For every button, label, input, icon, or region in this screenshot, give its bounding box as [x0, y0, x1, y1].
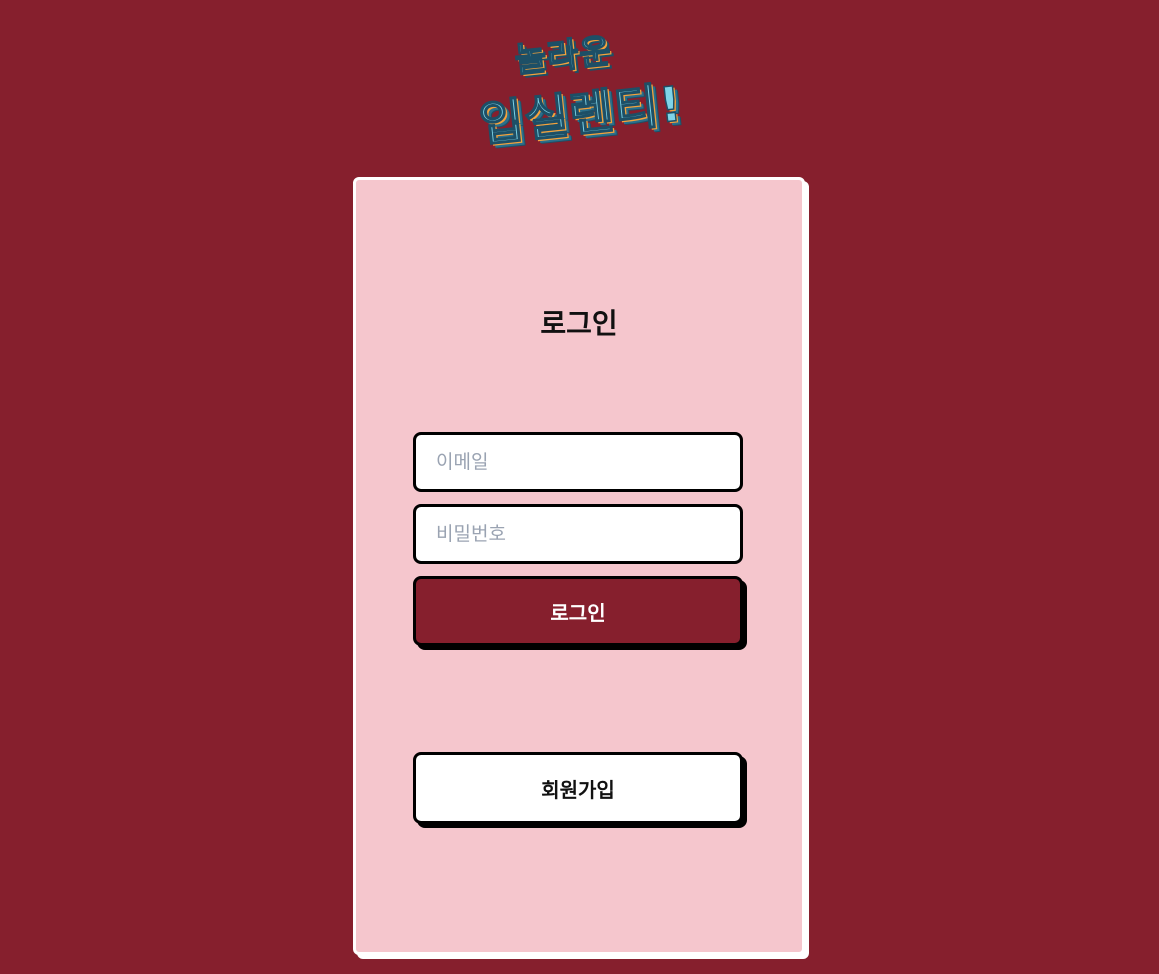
login-card: 로그인 로그인 회원가입	[353, 177, 805, 955]
email-input[interactable]	[416, 435, 740, 489]
password-input[interactable]	[416, 507, 740, 561]
login-button[interactable]: 로그인	[413, 576, 743, 646]
signup-button[interactable]: 회원가입	[413, 752, 743, 824]
page: 놀라운 입실렌티! 로그인 로그인 회원가입	[0, 0, 1159, 974]
password-field-box	[413, 504, 743, 564]
email-field-box	[413, 432, 743, 492]
festival-logo: 놀라운 입실렌티!	[464, 8, 706, 161]
logo-line-2: 입실렌티!	[476, 75, 686, 154]
login-title: 로그인	[540, 307, 618, 340]
